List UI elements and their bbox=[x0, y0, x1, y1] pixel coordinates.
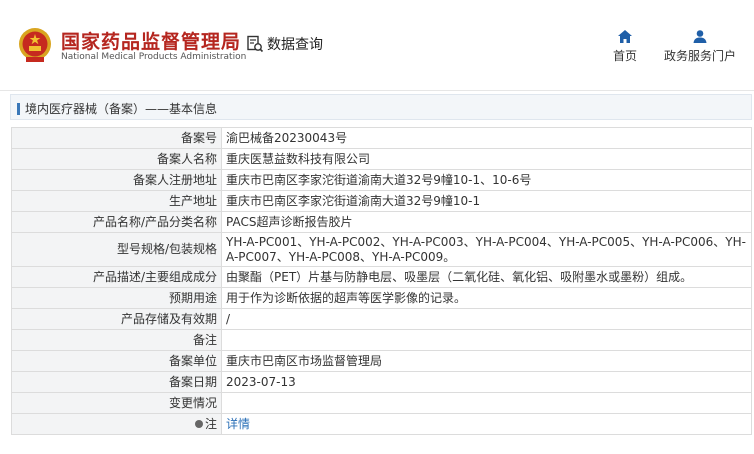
field-value: 重庆医慧益数科技有限公司 bbox=[221, 148, 752, 170]
table-row: 生产地址 重庆市巴南区李家沱街道渝南大道32号9幢10-1 bbox=[11, 190, 752, 212]
table-row: 备案单位 重庆市巴南区市场监督管理局 bbox=[11, 350, 752, 372]
note-label-cell: 注 bbox=[11, 413, 222, 435]
field-value: 重庆市巴南区市场监督管理局 bbox=[221, 350, 752, 372]
note-value-cell: 详情 bbox=[221, 413, 752, 435]
field-label: 生产地址 bbox=[11, 190, 222, 212]
user-icon bbox=[693, 30, 707, 43]
field-value: 由聚酯（PET）片基与防静电层、吸墨层（二氧化硅、氧化铝、吸附墨水或墨粉）组成。 bbox=[221, 266, 752, 288]
note-bullet-icon bbox=[194, 420, 203, 428]
field-label: 产品名称/产品分类名称 bbox=[11, 211, 222, 233]
data-query-link[interactable]: 数据查询 bbox=[246, 34, 323, 54]
field-label: 备案号 bbox=[11, 127, 222, 149]
breadcrumb-marker bbox=[17, 102, 20, 115]
field-value: PACS超声诊断报告胶片 bbox=[221, 211, 752, 233]
field-label: 备案人名称 bbox=[11, 148, 222, 170]
home-icon bbox=[618, 30, 632, 43]
data-query-label: 数据查询 bbox=[267, 37, 323, 53]
national-emblem-icon bbox=[19, 28, 51, 62]
field-label: 备注 bbox=[11, 329, 222, 351]
table-row: 注 详情 bbox=[11, 413, 752, 435]
field-value: 2023-07-13 bbox=[221, 371, 752, 393]
breadcrumb-text: 境内医疗器械（备案）——基本信息 bbox=[25, 102, 218, 116]
field-value: 用于作为诊断依据的超声等医学影像的记录。 bbox=[221, 287, 752, 309]
field-label: 产品存储及有效期 bbox=[11, 308, 222, 330]
field-value: 重庆市巴南区李家沱街道渝南大道32号9幢10-1、10-6号 bbox=[221, 169, 752, 191]
field-label: 备案人注册地址 bbox=[11, 169, 222, 191]
note-label: 注 bbox=[204, 416, 217, 431]
nav-home[interactable]: 首页 bbox=[610, 30, 640, 64]
brand-subtitle: National Medical Products Administration bbox=[61, 52, 247, 62]
site-header: 国家药品监督管理局 National Medical Products Admi… bbox=[0, 0, 754, 91]
table-row: 备案人名称 重庆医慧益数科技有限公司 bbox=[11, 148, 752, 170]
nav-home-label: 首页 bbox=[612, 49, 637, 63]
field-value: 重庆市巴南区李家沱街道渝南大道32号9幢10-1 bbox=[221, 190, 752, 212]
breadcrumb: 境内医疗器械（备案）——基本信息 bbox=[10, 94, 752, 120]
table-row: 备案号 渝巴械备20230043号 bbox=[11, 127, 752, 149]
field-label: 产品描述/主要组成成分 bbox=[11, 266, 222, 288]
table-row: 变更情况 bbox=[11, 392, 752, 414]
field-value: / bbox=[221, 308, 752, 330]
field-label: 变更情况 bbox=[11, 392, 222, 414]
field-value bbox=[221, 392, 752, 414]
table-row: 备案人注册地址 重庆市巴南区李家沱街道渝南大道32号9幢10-1、10-6号 bbox=[11, 169, 752, 191]
field-label: 型号规格/包装规格 bbox=[11, 232, 222, 267]
record-detail-table: 备案号 渝巴械备20230043号 备案人名称 重庆医慧益数科技有限公司 备案人… bbox=[11, 127, 752, 435]
nav-service-portal[interactable]: 政务服务门户 bbox=[660, 30, 740, 64]
table-row: 备注 bbox=[11, 329, 752, 351]
field-value bbox=[221, 329, 752, 351]
table-row: 产品名称/产品分类名称 PACS超声诊断报告胶片 bbox=[11, 211, 752, 233]
field-label: 备案日期 bbox=[11, 371, 222, 393]
field-value: 渝巴械备20230043号 bbox=[221, 127, 752, 149]
field-value: YH-A-PC001、YH-A-PC002、YH-A-PC003、YH-A-PC… bbox=[221, 232, 752, 267]
field-label: 备案单位 bbox=[11, 350, 222, 372]
table-row: 型号规格/包装规格 YH-A-PC001、YH-A-PC002、YH-A-PC0… bbox=[11, 232, 752, 267]
details-link[interactable]: 详情 bbox=[226, 417, 250, 431]
table-row: 产品描述/主要组成成分 由聚酯（PET）片基与防静电层、吸墨层（二氧化硅、氧化铝… bbox=[11, 266, 752, 288]
data-search-icon bbox=[247, 35, 264, 53]
table-row: 备案日期 2023-07-13 bbox=[11, 371, 752, 393]
table-row: 预期用途 用于作为诊断依据的超声等医学影像的记录。 bbox=[11, 287, 752, 309]
brand-title: 国家药品监督管理局 bbox=[61, 31, 242, 53]
field-label: 预期用途 bbox=[11, 287, 222, 309]
nav-service-portal-label: 政务服务门户 bbox=[663, 49, 736, 63]
table-row: 产品存储及有效期 / bbox=[11, 308, 752, 330]
